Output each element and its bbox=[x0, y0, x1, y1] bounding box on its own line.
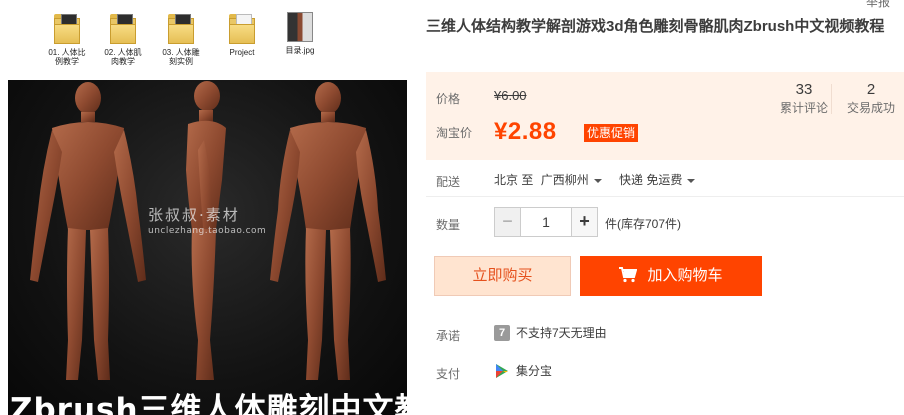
product-title: 三维人体结构教学解剖游戏3d角色雕刻骨骼肌肉Zbrush中文视频教程 bbox=[426, 18, 885, 35]
file-tile-catalog: 目录.jpg bbox=[269, 10, 331, 55]
delivery-method-value: 快递 免运费 bbox=[619, 173, 683, 187]
shipping-from: 北京 至 bbox=[494, 173, 534, 187]
report-link[interactable]: 举报 bbox=[866, 0, 890, 10]
promo-tag: 优惠促销 bbox=[584, 124, 639, 142]
add-to-cart-label: 加入购物车 bbox=[647, 267, 723, 284]
review-count-label: 累计评论 bbox=[779, 101, 828, 115]
price-label: 价格 bbox=[436, 92, 461, 106]
add-to-cart-button[interactable]: 加入购物车 bbox=[580, 256, 762, 296]
file-caption: 目录.jpg bbox=[285, 46, 315, 55]
section-divider bbox=[426, 196, 904, 197]
folder-icon bbox=[166, 10, 196, 44]
payment-text: 集分宝 bbox=[516, 364, 553, 378]
seven-day-icon: 7 bbox=[494, 325, 510, 341]
folder-icon bbox=[52, 10, 82, 44]
file-tile-project: Project bbox=[211, 10, 273, 57]
watermark: 张叔叔·素材 unclezhang.taobao.com bbox=[148, 204, 266, 236]
watermark-url: unclezhang.taobao.com bbox=[148, 226, 267, 236]
promo-price: ¥2.88 bbox=[494, 118, 557, 145]
quantity-input[interactable] bbox=[521, 208, 571, 236]
main-product-photo[interactable]: 张叔叔·素材 unclezhang.taobao.com Zbrush三维人体雕… bbox=[8, 80, 407, 415]
back-view-figure bbox=[270, 82, 386, 380]
file-tile-sculpt: 03. 人体雕 刻实例 bbox=[150, 10, 212, 66]
folder-icon bbox=[227, 10, 257, 44]
chevron-down-icon bbox=[687, 178, 696, 183]
stat-divider bbox=[831, 84, 832, 114]
cart-icon bbox=[619, 266, 638, 282]
file-caption: Project bbox=[229, 48, 255, 57]
payment-label: 支付 bbox=[436, 367, 461, 381]
promo-price-label: 淘宝价 bbox=[436, 126, 473, 140]
anatomy-figures-illustration bbox=[30, 81, 386, 380]
promise-info: 7 不支持7天无理由 bbox=[494, 325, 607, 341]
decrease-button[interactable]: − bbox=[495, 208, 521, 236]
file-caption: 03. 人体雕 刻实例 bbox=[162, 48, 200, 66]
file-caption: 02. 人体肌 肉教学 bbox=[104, 48, 142, 66]
jifenbao-icon bbox=[496, 364, 508, 378]
watermark-title: 张叔叔·素材 bbox=[148, 206, 240, 224]
payment-info: 集分宝 bbox=[494, 363, 552, 379]
product-gallery: 01. 人体比 例教学 02. 人体肌 肉教学 03. 人体雕 刻实例 Proj… bbox=[0, 0, 412, 415]
deals-count-stat[interactable]: 2 交易成功 bbox=[844, 80, 898, 116]
quantity-stepper: − + bbox=[494, 207, 598, 237]
file-tile-muscle: 02. 人体肌 肉教学 bbox=[92, 10, 154, 66]
image-file-icon bbox=[287, 12, 313, 42]
stock-info: 件(库存707件) bbox=[605, 217, 682, 231]
deals-count: 2 bbox=[866, 81, 876, 98]
deals-count-label: 交易成功 bbox=[846, 101, 895, 115]
shipping-info: 北京 至 广西柳州 快递 免运费 bbox=[494, 171, 696, 188]
file-caption: 01. 人体比 例教学 bbox=[48, 48, 86, 66]
chevron-down-icon bbox=[593, 178, 602, 183]
review-count-stat[interactable]: 33 累计评论 bbox=[779, 80, 829, 116]
promise-text: 不支持7天无理由 bbox=[516, 326, 607, 340]
folder-icon bbox=[108, 10, 138, 44]
destination-select[interactable]: 广西柳州 bbox=[541, 173, 602, 187]
buy-now-button[interactable]: 立即购买 bbox=[434, 256, 571, 296]
increase-button[interactable]: + bbox=[571, 208, 597, 236]
file-tile-proportion: 01. 人体比 例教学 bbox=[36, 10, 98, 66]
photo-banner-text: Zbrush三维人体雕刻中文教学 bbox=[10, 392, 407, 415]
original-price: ¥6.00 bbox=[494, 88, 527, 103]
front-view-figure bbox=[30, 82, 146, 380]
promise-label: 承诺 bbox=[436, 329, 461, 343]
file-preview-strip: 01. 人体比 例教学 02. 人体肌 肉教学 03. 人体雕 刻实例 Proj… bbox=[0, 0, 412, 80]
review-count: 33 bbox=[795, 81, 813, 98]
price-panel: 价格 ¥6.00 淘宝价 ¥2.88 优惠促销 33 累计评论 2 交易成功 bbox=[426, 72, 904, 160]
quantity-label: 数量 bbox=[436, 218, 461, 232]
destination-value: 广西柳州 bbox=[540, 173, 589, 187]
delivery-method-select[interactable]: 快递 免运费 bbox=[619, 173, 696, 187]
shipping-label: 配送 bbox=[436, 175, 461, 189]
